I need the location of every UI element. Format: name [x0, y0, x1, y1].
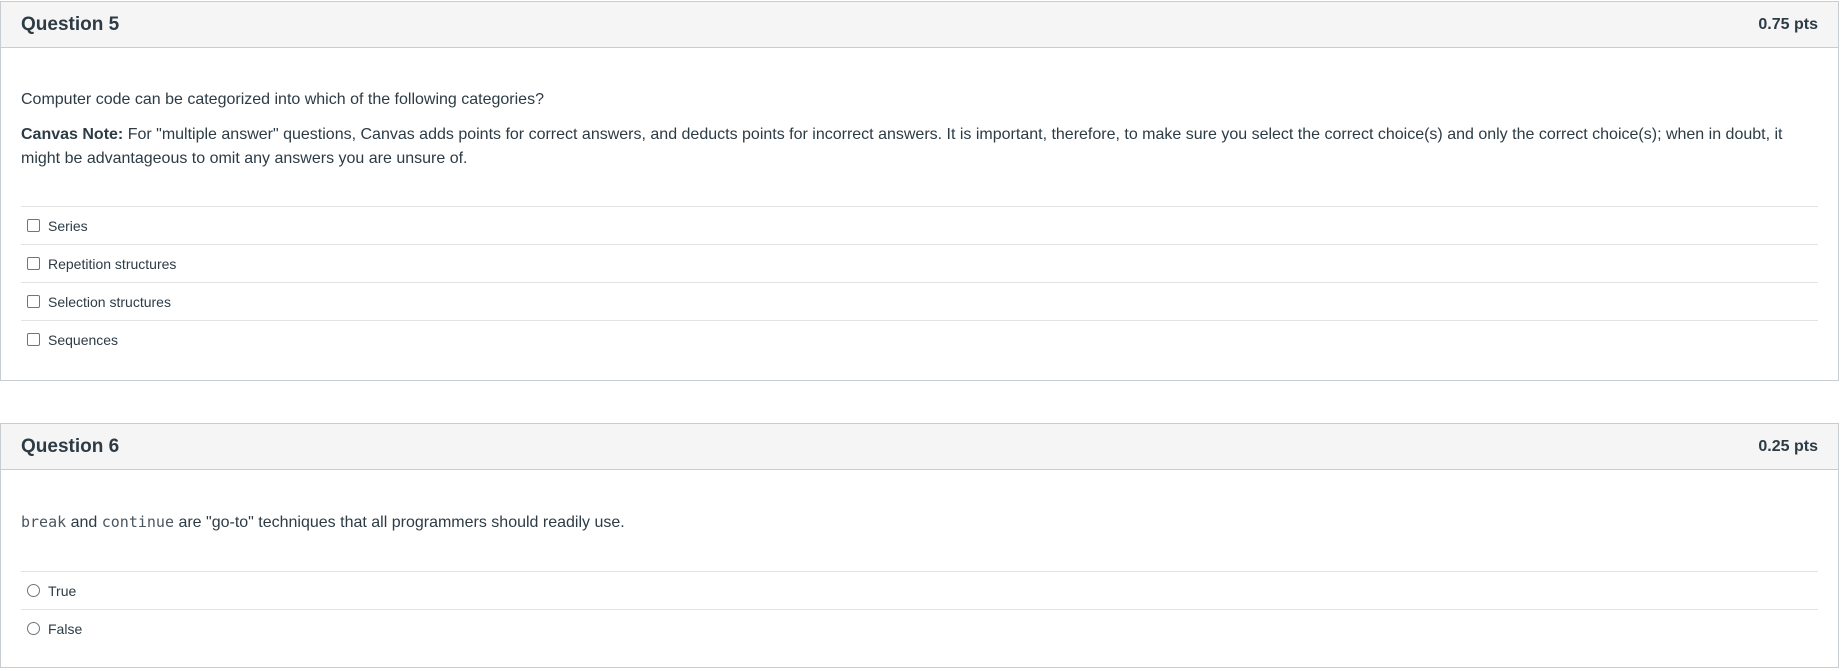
answer-option[interactable]: Repetition structures — [21, 244, 1818, 282]
answer-label[interactable]: Series — [48, 218, 88, 234]
checkbox-selection-structures[interactable] — [27, 295, 40, 308]
answer-label[interactable]: Selection structures — [48, 294, 171, 310]
question-prompt: break and continue are "go-to" technique… — [21, 470, 1818, 535]
answer-label[interactable]: False — [48, 621, 82, 637]
answer-option[interactable]: False — [21, 609, 1818, 647]
checkbox-repetition-structures[interactable] — [27, 257, 40, 270]
checkbox-sequences[interactable] — [27, 333, 40, 346]
question-points: 0.75 pts — [1758, 15, 1818, 33]
prompt-text: and — [66, 514, 102, 531]
answer-list: True False — [21, 571, 1818, 647]
radio-true[interactable] — [27, 584, 40, 597]
question-points: 0.25 pts — [1758, 437, 1818, 455]
checkbox-series[interactable] — [27, 219, 40, 232]
canvas-note: Canvas Note: For "multiple answer" quest… — [21, 123, 1818, 171]
code-break: break — [21, 513, 67, 531]
question-header: Question 5 0.75 pts — [1, 2, 1838, 48]
question-body: break and continue are "go-to" technique… — [1, 470, 1838, 647]
answer-label[interactable]: Repetition structures — [48, 256, 176, 272]
question-body: Computer code can be categorized into wh… — [1, 48, 1838, 358]
canvas-note-text: For "multiple answer" questions, Canvas … — [21, 126, 1783, 167]
quiz-page: Question 5 0.75 pts Computer code can be… — [0, 0, 1841, 671]
answer-list: Series Repetition structures Selection s… — [21, 206, 1818, 358]
answer-label[interactable]: True — [48, 583, 76, 599]
question-title: Question 5 — [21, 13, 120, 35]
canvas-note-label: Canvas Note: — [21, 126, 124, 143]
answer-option[interactable]: Series — [21, 206, 1818, 244]
prompt-text: are "go-to" techniques that all programm… — [174, 514, 625, 531]
radio-false[interactable] — [27, 622, 40, 635]
code-continue: continue — [101, 513, 174, 531]
answer-option[interactable]: Selection structures — [21, 282, 1818, 320]
answer-label[interactable]: Sequences — [48, 332, 118, 348]
question-prompt: Computer code can be categorized into wh… — [21, 91, 544, 108]
question-header: Question 6 0.25 pts — [1, 424, 1838, 470]
question-6: Question 6 0.25 pts break and continue a… — [0, 423, 1839, 668]
answer-option[interactable]: Sequences — [21, 320, 1818, 358]
question-5: Question 5 0.75 pts Computer code can be… — [0, 1, 1839, 381]
answer-option[interactable]: True — [21, 571, 1818, 609]
question-title: Question 6 — [21, 435, 120, 457]
